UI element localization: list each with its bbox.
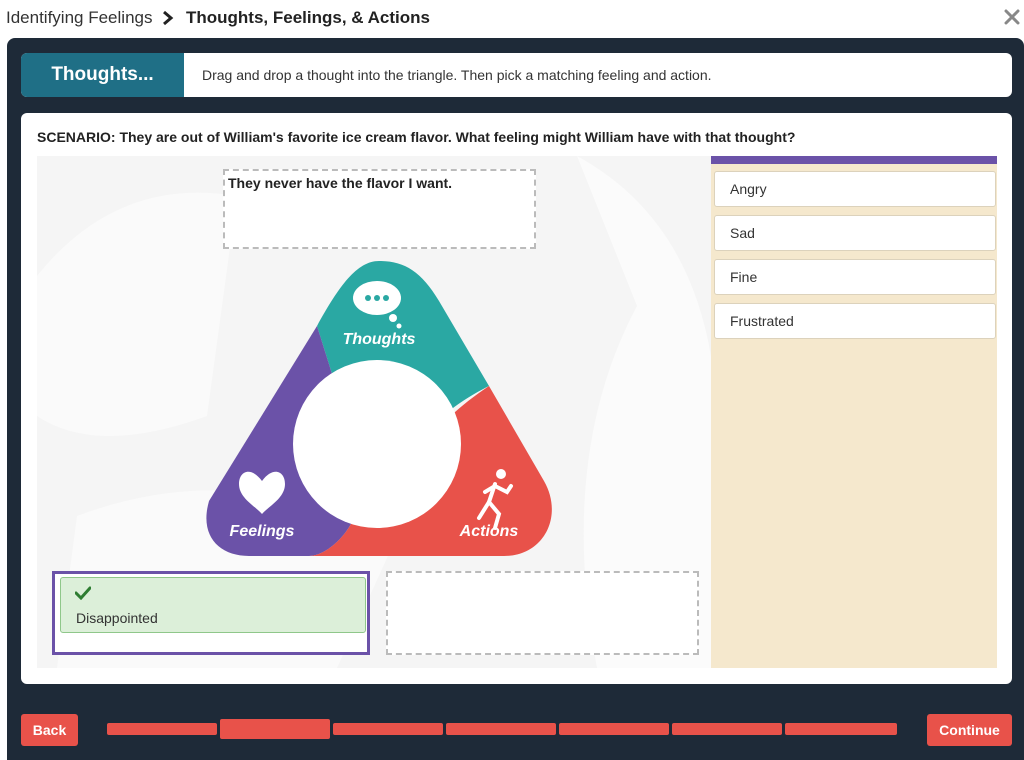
progress-segment[interactable] xyxy=(785,723,897,735)
placed-thought[interactable]: They never have the flavor I want. xyxy=(228,175,452,191)
progress-segment[interactable] xyxy=(107,723,217,735)
option-sad[interactable]: Sad xyxy=(714,215,996,251)
thoughts-label: Thoughts xyxy=(343,331,416,348)
progress-segment[interactable] xyxy=(446,723,556,735)
thought-drop-zone[interactable]: They never have the flavor I want. xyxy=(223,169,536,249)
placed-feeling: Disappointed xyxy=(76,610,158,626)
options-panel-accent xyxy=(711,156,997,164)
action-drop-zone[interactable] xyxy=(386,571,699,655)
actions-label: Actions xyxy=(459,523,519,540)
breadcrumb-root[interactable]: Identifying Feelings xyxy=(6,8,152,28)
thoughts-feelings-actions-triangle: Thoughts Feelings Actions xyxy=(206,261,552,556)
placed-feeling-chip[interactable]: Disappointed xyxy=(60,577,366,633)
instruction-text: Drag and drop a thought into the triangl… xyxy=(202,67,712,83)
feelings-label: Feelings xyxy=(230,523,295,540)
progress-segment-current[interactable] xyxy=(220,719,330,739)
scenario-text: SCENARIO: They are out of William's favo… xyxy=(37,129,796,145)
check-icon xyxy=(75,586,91,600)
progress-segment[interactable] xyxy=(333,723,443,735)
close-icon[interactable] xyxy=(1003,8,1021,26)
activity-tab: Thoughts... xyxy=(21,53,184,97)
feeling-drop-zone[interactable]: Disappointed xyxy=(52,571,370,655)
back-button[interactable]: Back xyxy=(21,714,78,746)
breadcrumb-current: Thoughts, Feelings, & Actions xyxy=(186,8,430,27)
option-frustrated[interactable]: Frustrated xyxy=(714,303,996,339)
continue-button[interactable]: Continue xyxy=(927,714,1012,746)
activity-card: SCENARIO: They are out of William's favo… xyxy=(21,113,1012,684)
chevron-right-icon xyxy=(163,10,174,26)
progress-segment[interactable] xyxy=(672,723,782,735)
feeling-options-panel: Angry Sad Fine Frustrated xyxy=(711,156,997,668)
progress-bar xyxy=(107,719,897,739)
top-bar: Identifying Feelings Thoughts, Feelings,… xyxy=(0,0,1024,38)
triangle-center xyxy=(293,360,461,528)
option-angry[interactable]: Angry xyxy=(714,171,996,207)
option-fine[interactable]: Fine xyxy=(714,259,996,295)
activity-header: Thoughts... Drag and drop a thought into… xyxy=(21,53,1012,97)
progress-segment[interactable] xyxy=(559,723,669,735)
triangle-stage: They never have the flavor I want. Thoug… xyxy=(37,156,711,668)
